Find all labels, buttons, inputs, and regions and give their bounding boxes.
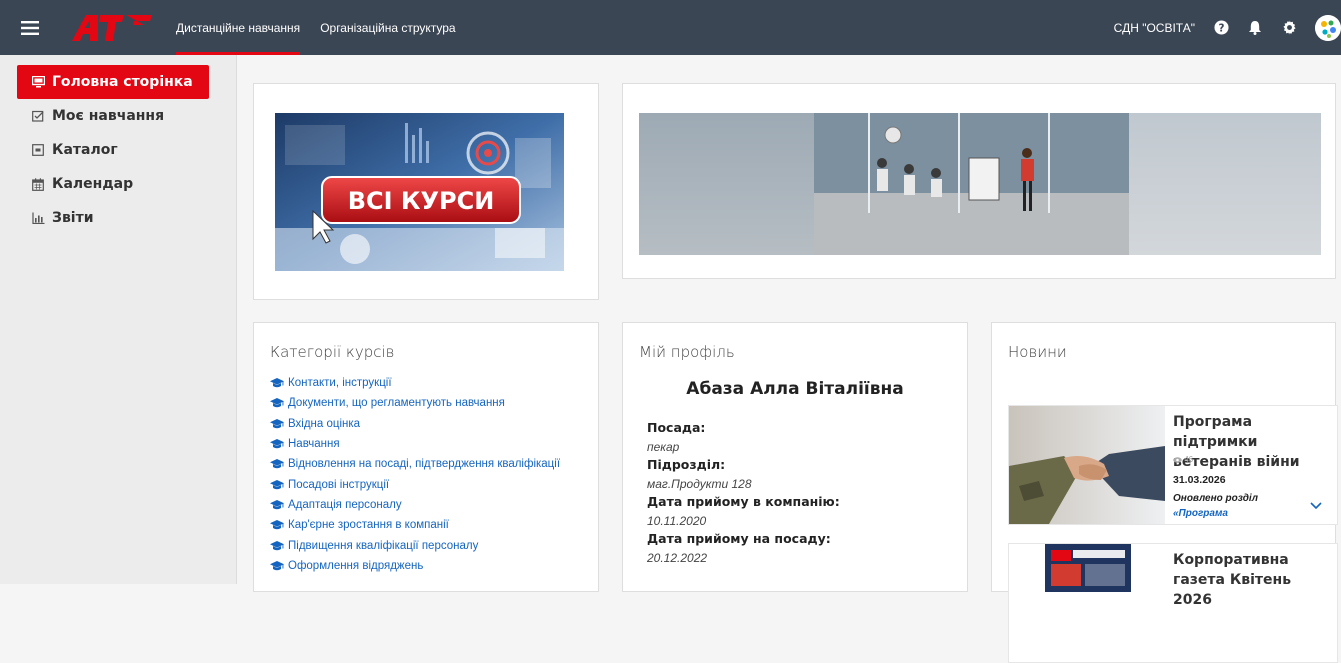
avatar[interactable] — [1315, 14, 1341, 41]
category-link[interactable]: Навчання — [270, 434, 560, 454]
category-label: Оформлення відряджень — [288, 559, 424, 572]
graduation-cap-icon — [270, 439, 284, 449]
category-link[interactable]: Вхідна оцінка — [270, 414, 560, 434]
atb-logo[interactable] — [64, 13, 156, 43]
news-item[interactable]: Програма підтримки ветеранів війни 46 31… — [1008, 405, 1338, 525]
views-count: 46 — [1173, 455, 1193, 464]
gear-icon[interactable] — [1281, 20, 1297, 36]
org-name[interactable]: СДН "ОСВІТА" — [1114, 21, 1195, 35]
snippet-text: Оновлено розділ — [1173, 493, 1258, 504]
graduation-cap-icon — [270, 479, 284, 490]
profile-name: Абаза Алла Віталіївна — [686, 379, 904, 399]
graduation-cap-icon — [270, 540, 284, 551]
sidebar-item-calendar[interactable]: Календар — [17, 167, 209, 201]
categories-title: Категорії курсів — [270, 343, 395, 361]
category-link[interactable]: Документи, що регламентують навчання — [270, 393, 560, 413]
sidebar: Головна сторінка Моє навчання Каталог Ка… — [0, 55, 237, 584]
category-link[interactable]: Посадові інструкції — [270, 474, 560, 494]
position-value: пекар — [647, 439, 680, 454]
news-item-title: Корпоративна газета Квітень 2026 — [1173, 552, 1292, 608]
help-icon[interactable]: ? — [1213, 20, 1229, 36]
categories-list: Контакти, інструкції Документи, що регла… — [270, 373, 560, 576]
sidebar-item-label: Звіти — [52, 210, 94, 226]
position-date-value: 20.12.2022 — [647, 550, 708, 565]
chevron-down-icon[interactable] — [1309, 498, 1323, 510]
sidebar-item-label: Головна сторінка — [52, 74, 193, 90]
category-link[interactable]: Кар'єрне зростання в компанії — [270, 515, 560, 535]
hero-image-card — [622, 83, 1336, 279]
graduation-cap-icon — [270, 499, 284, 510]
category-label: Вхідна оцінка — [288, 417, 361, 430]
top-right-controls: СДН "ОСВІТА" ? — [1114, 0, 1341, 55]
news-item-title: Програма підтримки ветеранів війни — [1173, 414, 1300, 470]
category-label: Контакти, інструкції — [288, 377, 392, 390]
graduation-cap-icon — [270, 418, 284, 429]
monitor-icon — [31, 75, 45, 89]
handshake-image — [1009, 406, 1165, 524]
office-training-image — [639, 113, 1321, 255]
position-label: Посада: — [647, 420, 706, 435]
tasks-icon — [31, 109, 45, 123]
hire-date-value: 10.11.2020 — [647, 513, 707, 528]
profile-fields: Посада: пекар Підрозділ: маг.Продукти 12… — [647, 419, 840, 567]
graduation-cap-icon — [270, 459, 284, 469]
bell-icon[interactable] — [1247, 20, 1263, 36]
snippet-link[interactable]: «Програма — [1173, 506, 1293, 521]
news-title: Новини — [1008, 343, 1067, 361]
category-label: Кар'єрне зростання в компанії — [288, 519, 449, 532]
category-label: Посадові інструкції — [288, 478, 390, 491]
hire-date-label: Дата прийому в компанію: — [647, 494, 840, 509]
all-courses-banner[interactable]: ВСІ КУРСИ — [275, 113, 564, 271]
eye-icon — [1173, 457, 1182, 463]
catalog-icon — [31, 143, 45, 157]
department-label: Підрозділ: — [647, 457, 726, 472]
position-date-label: Дата прийому на посаду: — [647, 531, 831, 546]
sidebar-item-label: Каталог — [52, 142, 118, 158]
nav-distance-learning[interactable]: Дистанційне навчання — [176, 0, 301, 55]
category-label: Адаптація персоналу — [288, 498, 402, 511]
views-value: 46 — [1184, 455, 1194, 464]
news-snippet: Оновлено розділ «Програма — [1173, 491, 1293, 521]
my-profile-card: Мій профіль Абаза Алла Віталіївна Посада… — [622, 322, 968, 592]
category-link[interactable]: Підвищення кваліфікації персоналу — [270, 535, 560, 555]
sidebar-item-my-learning[interactable]: Моє навчання — [17, 99, 209, 133]
sidebar-item-home[interactable]: Головна сторінка — [17, 65, 209, 99]
category-link[interactable]: Адаптація персоналу — [270, 495, 560, 515]
sidebar-item-label: Моє навчання — [52, 108, 165, 124]
sidebar-item-label: Календар — [52, 176, 134, 192]
nav-org-structure[interactable]: Організаційна структура — [320, 0, 455, 55]
category-link[interactable]: Контакти, інструкції — [270, 373, 560, 393]
category-link[interactable]: Відновлення на посаді, підтвердження ква… — [270, 454, 560, 474]
graduation-cap-icon — [270, 520, 284, 530]
category-label: Навчання — [288, 438, 340, 451]
menu-icon[interactable] — [0, 0, 60, 55]
profile-title: Мій профіль — [639, 343, 735, 361]
sidebar-item-reports[interactable]: Звіти — [17, 201, 209, 235]
news-item[interactable]: Корпоративна газета Квітень 2026 — [1008, 543, 1338, 663]
graduation-cap-icon — [270, 560, 284, 571]
calendar-icon — [31, 177, 45, 191]
department-value: маг.Продукти 128 — [647, 476, 752, 491]
category-link[interactable]: Оформлення відряджень — [270, 556, 560, 576]
category-label: Підвищення кваліфікації персоналу — [288, 539, 479, 552]
category-label: Відновлення на посаді, підтвердження ква… — [288, 458, 561, 471]
chart-icon — [31, 211, 45, 225]
top-bar: Дистанційне навчання Організаційна струк… — [0, 0, 1341, 55]
graduation-cap-icon — [270, 378, 284, 388]
nav-label: Дистанційне навчання — [176, 20, 301, 35]
news-date: 31.03.2026 — [1173, 474, 1226, 486]
all-courses-card: ВСІ КУРСИ — [253, 83, 599, 300]
sidebar-item-catalog[interactable]: Каталог — [17, 133, 209, 167]
course-categories-card: Категорії курсів Контакти, інструкції До… — [253, 322, 599, 592]
newspaper-image — [1045, 544, 1131, 592]
banner-label: ВСІ КУРСИ — [348, 187, 495, 215]
graduation-cap-icon — [270, 398, 284, 408]
svg-text:?: ? — [1218, 22, 1224, 34]
news-card: Новини Програма підтримки ветеранів війн… — [991, 322, 1338, 663]
category-label: Документи, що регламентують навчання — [288, 397, 505, 410]
nav-label: Організаційна структура — [320, 20, 456, 35]
